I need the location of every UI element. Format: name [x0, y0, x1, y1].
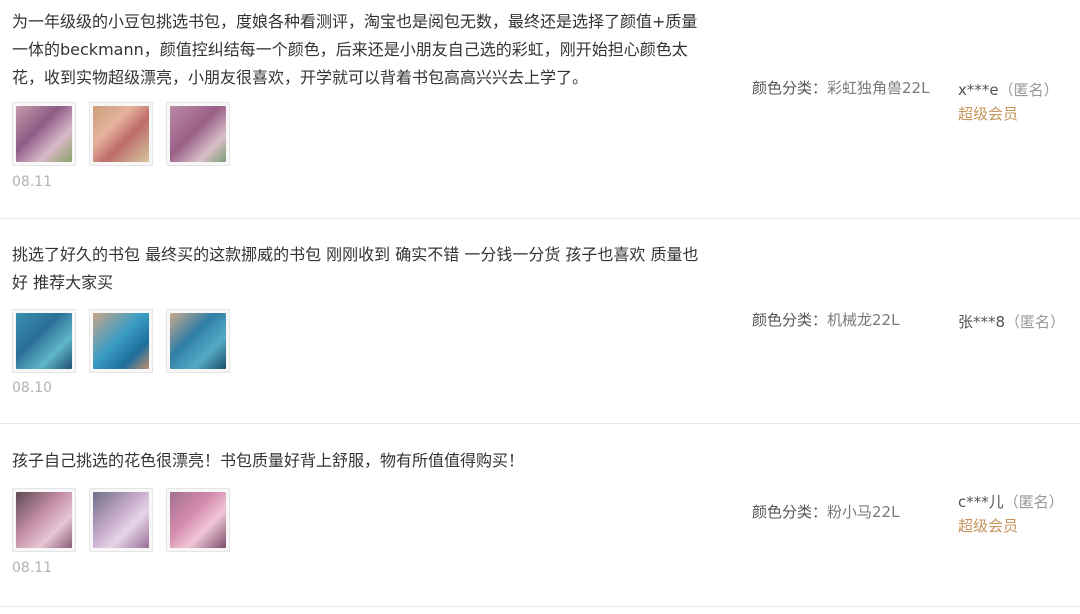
vip-badge: 超级会员 — [958, 517, 1019, 535]
sku-info: 颜色分类：彩虹独角兽22L — [752, 76, 942, 100]
reviewer-info: 张***8（匿名） — [958, 310, 1078, 334]
reviewer-info: x***e（匿名） 超级会员 — [958, 78, 1078, 126]
sku-value: 粉小马22L — [827, 503, 900, 521]
anonymous-tag: （匿名） — [1003, 493, 1064, 511]
review-item: 挑选了好久的书包 最终买的这款挪威的书包 刚刚收到 确实不错 一分钱一分货 孩子… — [0, 219, 1080, 424]
sku-label: 颜色分类： — [752, 79, 828, 97]
sku-value: 机械龙22L — [827, 311, 900, 329]
review-photos — [12, 102, 230, 166]
review-date: 08.11 — [12, 174, 53, 190]
reviewer-name: 张***8 — [958, 313, 1006, 331]
reviewer-name: c***儿 — [958, 493, 1004, 511]
sku-info: 颜色分类：粉小马22L — [752, 500, 942, 524]
review-date: 08.10 — [12, 380, 53, 396]
sku-info: 颜色分类：机械龙22L — [752, 308, 942, 332]
review-photo-thumbnail[interactable] — [12, 102, 76, 166]
sku-value: 彩虹独角兽22L — [827, 79, 930, 97]
review-photo-thumbnail[interactable] — [89, 102, 153, 166]
review-photo-thumbnail[interactable] — [12, 488, 76, 552]
review-photos — [12, 309, 230, 373]
review-date: 08.11 — [12, 560, 53, 576]
review-photo-thumbnail[interactable] — [166, 309, 230, 373]
review-item: 孩子自己挑选的花色很漂亮！书包质量好背上舒服，物有所值值得购买！ 08.11 颜… — [0, 424, 1080, 607]
reviewer-info: c***儿（匿名） 超级会员 — [958, 490, 1078, 538]
review-photo-thumbnail[interactable] — [89, 309, 153, 373]
review-photo-thumbnail[interactable] — [89, 488, 153, 552]
anonymous-tag: （匿名） — [998, 81, 1059, 99]
review-item: 为一年级级的小豆包挑选书包，度娘各种看测评，淘宝也是阅包无数，最终还是选择了颜值… — [0, 0, 1080, 219]
sku-label: 颜色分类： — [752, 503, 828, 521]
review-photo-thumbnail[interactable] — [166, 102, 230, 166]
reviewer-name: x***e — [958, 81, 999, 99]
vip-badge: 超级会员 — [958, 105, 1019, 123]
sku-label: 颜色分类： — [752, 311, 828, 329]
review-text: 孩子自己挑选的花色很漂亮！书包质量好背上舒服，物有所值值得购买！ — [12, 451, 525, 470]
review-photos — [12, 488, 230, 552]
anonymous-tag: （匿名） — [1005, 313, 1066, 331]
review-photo-thumbnail[interactable] — [12, 309, 76, 373]
review-photo-thumbnail[interactable] — [166, 488, 230, 552]
review-text: 为一年级级的小豆包挑选书包，度娘各种看测评，淘宝也是阅包无数，最终还是选择了颜值… — [12, 12, 698, 87]
review-text: 挑选了好久的书包 最终买的这款挪威的书包 刚刚收到 确实不错 一分钱一分货 孩子… — [12, 245, 699, 292]
